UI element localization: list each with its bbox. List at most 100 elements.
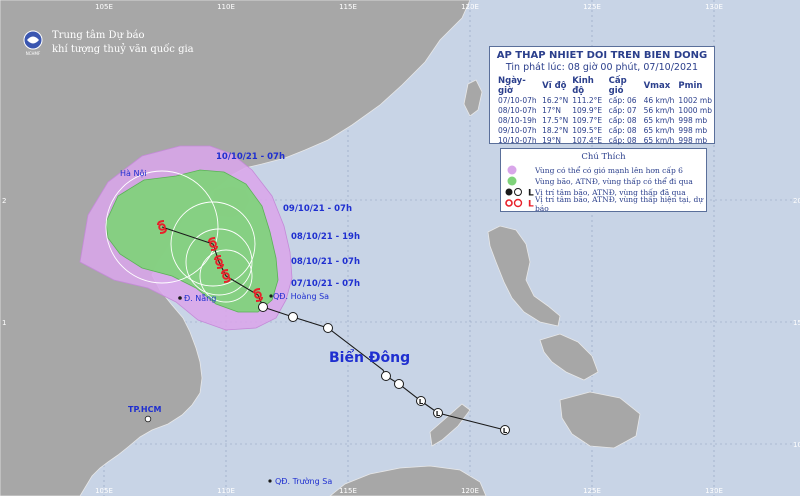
past-position-marker [258,302,268,312]
info-title: AP THAP NHIET DOI TREN BIEN DONG [496,50,708,61]
past-position-marker [394,379,404,389]
lat-label-right: 15 [793,319,800,327]
table-cell: 46 km/h [643,96,675,105]
col-header: Pmin [678,81,703,91]
svg-text:L: L [528,188,534,197]
table-cell: 07/10-07h [498,96,537,105]
table-cell: 109.5°E [572,126,603,135]
col-header: Vĩ độ [542,81,567,91]
table-row: 08/10-07h 17°N 109.9°E cấp: 07 56 km/h 1… [496,106,714,116]
table-cell: cấp: 06 [608,96,637,105]
past-position-glyph: L [436,410,441,418]
table-cell: 1002 mb [678,96,712,105]
past-position-marker [288,312,298,322]
legend-label: Vị trí tâm bão, ATNĐ, vùng thấp hiện tại… [535,194,704,213]
lon-label-bottom: 120E [461,487,479,495]
table-cell: cấp: 07 [608,106,637,115]
legend-label: Vùng bão, ATNĐ, vùng thấp có thể đi qua [535,177,693,186]
table-cell: 56 km/h [643,106,675,115]
place-hcm: TP.HCM [128,405,161,414]
table-cell: 16.2°N [542,96,569,105]
table-cell: 10/10-07h [498,136,537,145]
table-cell: 998 mb [678,136,708,145]
lat-label-right: 20 [793,197,800,205]
legend-title: Chú Thích [581,152,626,162]
table-row: 09/10-07h 18.2°N 109.5°E cấp: 08 65 km/h… [496,126,714,136]
forecast-label-08-10-07h: 08/10/21 - 07h [291,257,360,267]
table-cell: 08/10-19h [498,116,537,125]
past-position-glyph: L [419,398,424,406]
table-cell: 109.7°E [572,116,603,125]
truongsa-marker [268,479,272,483]
legend-row: L Vị trí tâm bão, ATNĐ, vùng thấp hiện t… [505,195,706,213]
table-cell: 65 km/h [643,136,675,145]
org-name-line1: Trung tâm Dự báo [52,30,145,41]
lon-label-bottom: 110E [217,487,235,495]
forecast-label-08-10-19h: 08/10/21 - 19h [291,232,360,242]
col-header: Kinh độ [572,76,594,96]
table-row: 07/10-07h 16.2°N 111.2°E cấp: 06 46 km/h… [496,96,714,106]
info-box: AP THAP NHIET DOI TREN BIEN DONG Tin phá… [489,46,715,146]
storm-map: L L L 105E 110E 115E 120E 125E 130E 105E… [0,0,800,496]
lon-label-top: 130E [705,3,723,11]
table-cell: cấp: 08 [608,136,637,145]
sea-label: Biển Đông [329,349,410,366]
legend-label: Vùng có thể có gió mạnh lên hơn cấp 6 [535,166,683,175]
table-cell: 17.5°N [542,116,569,125]
lon-label-top: 125E [583,3,601,11]
lon-label-bottom: 125E [583,487,601,495]
lon-label-top: 115E [339,3,357,11]
table-cell: 09/10-07h [498,126,537,135]
lat-label-left: 2 [2,197,6,205]
legend-row: Vùng bão, ATNĐ, vùng thấp có thể đi qua [505,176,693,187]
danang-marker [178,296,182,300]
legend: Chú Thích Vùng có thể có gió mạnh lên hơ… [500,148,707,213]
org-name-line2: khí tượng thuỷ văn quốc gia [52,44,194,55]
logo-text: NCHMF [26,51,41,56]
col-header: Cấp gió [608,76,627,96]
hcm-marker [144,415,152,423]
legend-row: Vùng có thể có gió mạnh lên hơn cấp 6 [505,165,683,176]
lon-label-bottom: 115E [339,487,357,495]
lon-label-top: 120E [461,3,479,11]
forecast-label-10-10: 10/10/21 - 07h [216,152,285,162]
past-position-glyph: L [503,427,508,435]
place-hanoi: Hà Nội [120,168,147,178]
table-cell: 19°N [542,136,562,145]
table-cell: 109.9°E [572,106,603,115]
place-danang: Đ. Nẵng [184,293,216,303]
lon-label-bottom: 105E [95,487,113,495]
table-cell: 08/10-07h [498,106,537,115]
lon-label-top: 110E [217,3,235,11]
info-issued: Tin phát lúc: 08 giờ 00 phút, 07/10/2021 [505,62,699,73]
table-cell: 998 mb [678,116,708,125]
forecast-label-09-10: 09/10/21 - 07h [283,204,352,214]
table-cell: 65 km/h [643,116,675,125]
col-header: Ngày-giờ [498,76,526,96]
table-cell: 107.4°E [572,136,603,145]
forecast-label-07-10: 07/10/21 - 07h [291,279,360,289]
place-hoangsa: QĐ. Hoàng Sa [273,292,329,301]
table-cell: 18.2°N [542,126,569,135]
lat-label-left: 1 [2,319,6,327]
lat-label-right: 10 [793,441,800,449]
col-header: Vmax [643,81,671,91]
track-table-header: Ngày-giờ Vĩ độ Kinh độ Cấp gió Vmax Pmin [496,76,714,96]
forecast-position-symbols-icon: L [505,198,535,210]
table-cell: 998 mb [678,126,708,135]
past-position-marker [381,371,391,381]
svg-text:L: L [528,199,534,208]
table-cell: cấp: 08 [608,116,637,125]
table-cell: cấp: 08 [608,126,637,135]
table-cell: 111.2°E [572,96,603,105]
nchmf-logo-icon: NCHMF [23,30,43,56]
track-table: Ngày-giờ Vĩ độ Kinh độ Cấp gió Vmax Pmin… [496,76,714,146]
past-position-marker [323,323,333,333]
table-row: 10/10-07h 19°N 107.4°E cấp: 08 65 km/h 9… [496,136,714,146]
table-row: 08/10-19h 17.5°N 109.7°E cấp: 08 65 km/h… [496,116,714,126]
lon-label-top: 105E [95,3,113,11]
place-truongsa: QĐ. Trường Sa [275,476,332,486]
table-cell: 1000 mb [678,106,712,115]
table-cell: 65 km/h [643,126,675,135]
table-cell: 17°N [542,106,562,115]
